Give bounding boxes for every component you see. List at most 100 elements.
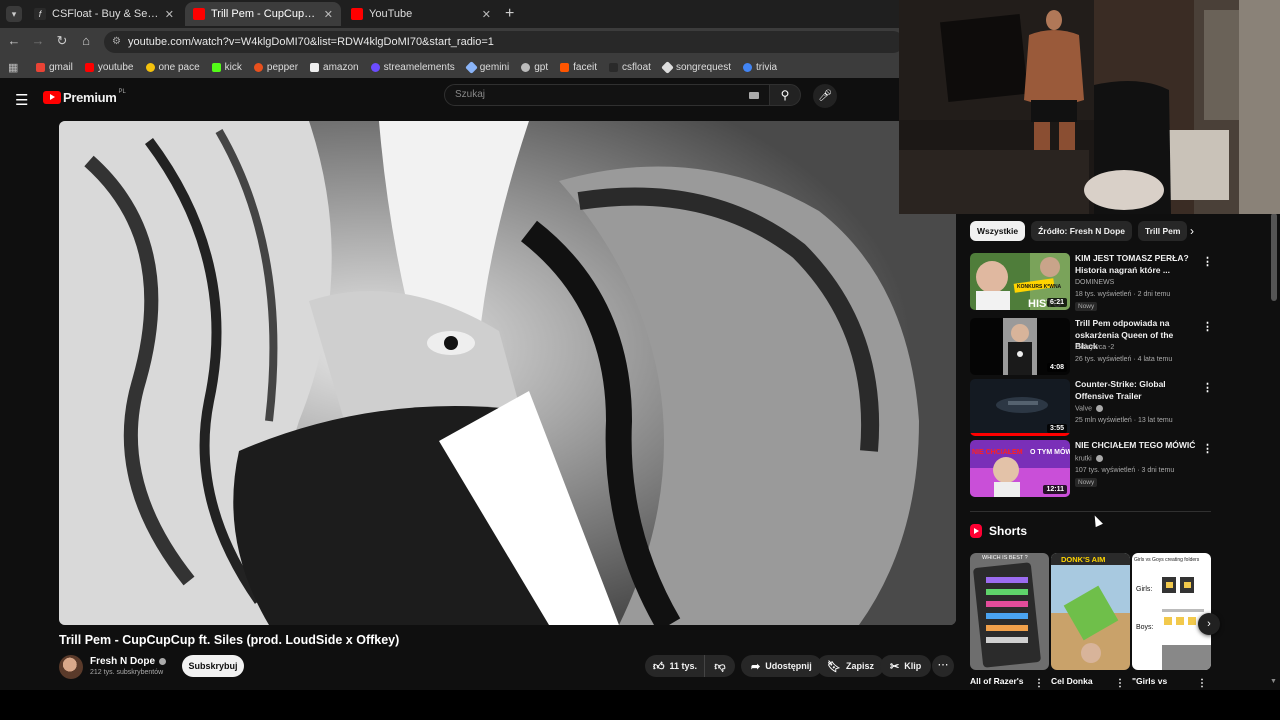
video-player[interactable] — [59, 121, 956, 625]
channel-name[interactable]: Fresh N Dope — [90, 656, 167, 667]
browser-tab-trill-pem[interactable]: Trill Pem - CupCupCup ft. Siles ✕ — [185, 2, 341, 26]
short-item[interactable]: WHICH IS BEST ? — [970, 553, 1049, 670]
short-caption[interactable]: Cel Donka — [1051, 676, 1121, 686]
chip-trill-pem[interactable]: Trill Pem — [1138, 221, 1188, 241]
recommendation-channel[interactable]: Valve — [1075, 405, 1103, 412]
bookmark-faceit[interactable]: faceit — [560, 62, 597, 73]
related-filter-chips: Wszystkie Źródło: Fresh N Dope Trill Pem — [970, 221, 1193, 241]
dislike-button[interactable]: 👎︎ — [705, 660, 735, 673]
back-icon[interactable]: ← — [6, 33, 22, 48]
recommendation-channel[interactable]: DOMINEWS — [1075, 279, 1114, 286]
bookmark-gpt[interactable]: gpt — [521, 62, 548, 73]
subscriber-count: 212 tys. subskrybentów — [90, 669, 164, 676]
logo-text: Premium — [63, 90, 117, 105]
youtube-premium-logo[interactable]: Premium PL — [43, 89, 126, 105]
verified-icon — [159, 657, 167, 665]
recommendation-title[interactable]: NIE CHCIAŁEM TEGO MÓWIĆ — [1075, 440, 1198, 452]
voice-search-button[interactable]: 🎤︎ — [813, 84, 837, 108]
tab-search-button[interactable]: ▾ — [6, 6, 22, 22]
more-vertical-icon[interactable]: ⋮ — [1115, 678, 1125, 689]
recommendation-title[interactable]: Counter-Strike: Global Offensive Trailer — [1075, 379, 1198, 402]
subscribe-button[interactable]: Subskrybuj — [182, 655, 244, 677]
home-icon[interactable]: ⌂ — [78, 33, 94, 48]
search-input[interactable]: Szukaj — [444, 84, 770, 106]
new-tab-button[interactable]: + — [505, 5, 514, 23]
channel-avatar[interactable] — [59, 655, 83, 679]
bookmark-streamelements[interactable]: streamelements — [370, 62, 455, 73]
bookmark-label: gmail — [49, 61, 73, 73]
bookmark-gmail[interactable]: gmail — [36, 62, 73, 73]
bookmark-one-pace[interactable]: one pace — [145, 62, 200, 73]
chip-source[interactable]: Źródło: Fresh N Dope — [1031, 221, 1132, 241]
more-vertical-icon[interactable]: ⋮ — [1202, 320, 1213, 333]
recommendation-title[interactable]: KIM JEST TOMASZ PERŁA? Historia nagrań k… — [1075, 253, 1198, 276]
close-icon[interactable]: ✕ — [165, 8, 174, 21]
shorts-icon — [970, 524, 982, 538]
close-icon[interactable]: ✕ — [482, 8, 491, 21]
more-vertical-icon[interactable]: ⋮ — [1202, 442, 1213, 455]
recommendation-item[interactable]: KONKURS K*WNA HISTO 6:21 KIM JEST TOMASZ… — [970, 253, 1215, 311]
more-vertical-icon[interactable]: ⋮ — [1197, 678, 1207, 689]
recommendation-channel[interactable]: Odkrywca -2 — [1075, 344, 1114, 351]
gpt-icon — [521, 62, 531, 72]
shorts-next-button[interactable]: › — [1198, 613, 1220, 635]
bookmark-gemini[interactable]: gemini — [464, 60, 509, 74]
reload-icon[interactable]: ↻ — [54, 33, 70, 49]
forward-icon[interactable]: → — [30, 33, 46, 48]
short-caption[interactable]: "Girls vs — [1132, 676, 1202, 686]
bookmark-kick[interactable]: kick — [211, 62, 242, 73]
bookmark-songrequest[interactable]: songrequest — [661, 60, 731, 74]
close-icon[interactable]: ✕ — [324, 8, 333, 21]
channel-name-text: Fresh N Dope — [90, 656, 156, 667]
keyboard-icon[interactable] — [749, 92, 759, 99]
chip-all[interactable]: Wszystkie — [970, 221, 1026, 241]
video-thumbnail[interactable]: 3:55 — [970, 379, 1070, 436]
video-thumbnail[interactable]: KONKURS K*WNA HISTO 6:21 — [970, 253, 1070, 310]
chevron-right-icon[interactable]: › — [1190, 224, 1194, 238]
more-vertical-icon[interactable]: ⋮ — [1034, 678, 1044, 689]
csfloat-icon: f — [34, 8, 46, 20]
chevron-right-icon: › — [1207, 618, 1211, 630]
scrollbar-thumb[interactable] — [1271, 213, 1277, 301]
browser-tab-csfloat[interactable]: f CSFloat - Buy & Sell CS2 Skins ✕ — [26, 2, 182, 26]
verified-icon — [1095, 455, 1103, 462]
gemini-icon — [464, 60, 478, 74]
youtube-icon — [84, 62, 94, 72]
site-info-icon[interactable]: ⚙ — [112, 31, 121, 53]
short-thumbnail: WHICH IS BEST ? — [970, 553, 1049, 670]
save-button[interactable]: 🔖︎ Zapisz — [817, 655, 884, 677]
short-caption[interactable]: All of Razer's — [970, 676, 1040, 686]
webcam-overlay — [899, 0, 1280, 214]
amazon-icon — [310, 62, 320, 72]
tab-title: Trill Pem - CupCupCup ft. Siles — [211, 8, 318, 20]
video-thumbnail[interactable]: 4:08 — [970, 318, 1070, 375]
search-button[interactable]: ⚲ — [769, 84, 801, 106]
youtube-play-icon — [43, 91, 61, 104]
more-actions-button[interactable]: ⋯ — [932, 655, 954, 677]
clip-button[interactable]: ✂ Klip — [880, 655, 932, 677]
bookmark-pepper[interactable]: pepper — [253, 62, 298, 73]
address-bar[interactable]: ⚙ youtube.com/watch?v=W4klgDoMI70&list=R… — [104, 31, 904, 53]
recommendation-item[interactable]: 3:55 Counter-Strike: Global Offensive Tr… — [970, 379, 1215, 437]
tab-title: YouTube — [369, 8, 413, 20]
like-button[interactable]: 👍︎ 11 tys. — [645, 655, 705, 677]
video-thumbnail[interactable]: NIE CHCIAŁEM O TYM MÓWIĆ... 12:11 — [970, 440, 1070, 497]
apps-grid-icon[interactable]: ▦ — [8, 61, 22, 74]
bookmark-trivia[interactable]: trivia — [742, 62, 777, 73]
recommendation-channel[interactable]: krutki — [1075, 455, 1103, 462]
recommendation-item[interactable]: 4:08 Trill Pem odpowiada na oskarżenia Q… — [970, 318, 1215, 376]
bookmark-amazon[interactable]: amazon — [310, 62, 359, 73]
more-vertical-icon[interactable]: ⋮ — [1202, 255, 1213, 268]
scroll-down-arrow-icon[interactable]: ▼ — [1270, 678, 1277, 685]
share-button[interactable]: ➦ Udostępnij — [741, 655, 822, 677]
bookmark-label: gpt — [534, 61, 549, 73]
short-item[interactable]: Girls vs Goys creating folders Girls: Bo… — [1132, 553, 1211, 670]
bookmark-csfloat[interactable]: csfloat — [609, 62, 651, 73]
more-vertical-icon[interactable]: ⋮ — [1202, 381, 1213, 394]
short-item[interactable]: DONK'S AIM — [1051, 553, 1130, 670]
hamburger-menu-icon[interactable]: ☰ — [15, 91, 28, 109]
bookmark-youtube[interactable]: youtube — [84, 62, 134, 73]
divider — [970, 511, 1211, 512]
browser-tab-youtube[interactable]: YouTube ✕ — [343, 2, 499, 26]
recommendation-item[interactable]: NIE CHCIAŁEM O TYM MÓWIĆ... 12:11 NIE CH… — [970, 440, 1215, 498]
